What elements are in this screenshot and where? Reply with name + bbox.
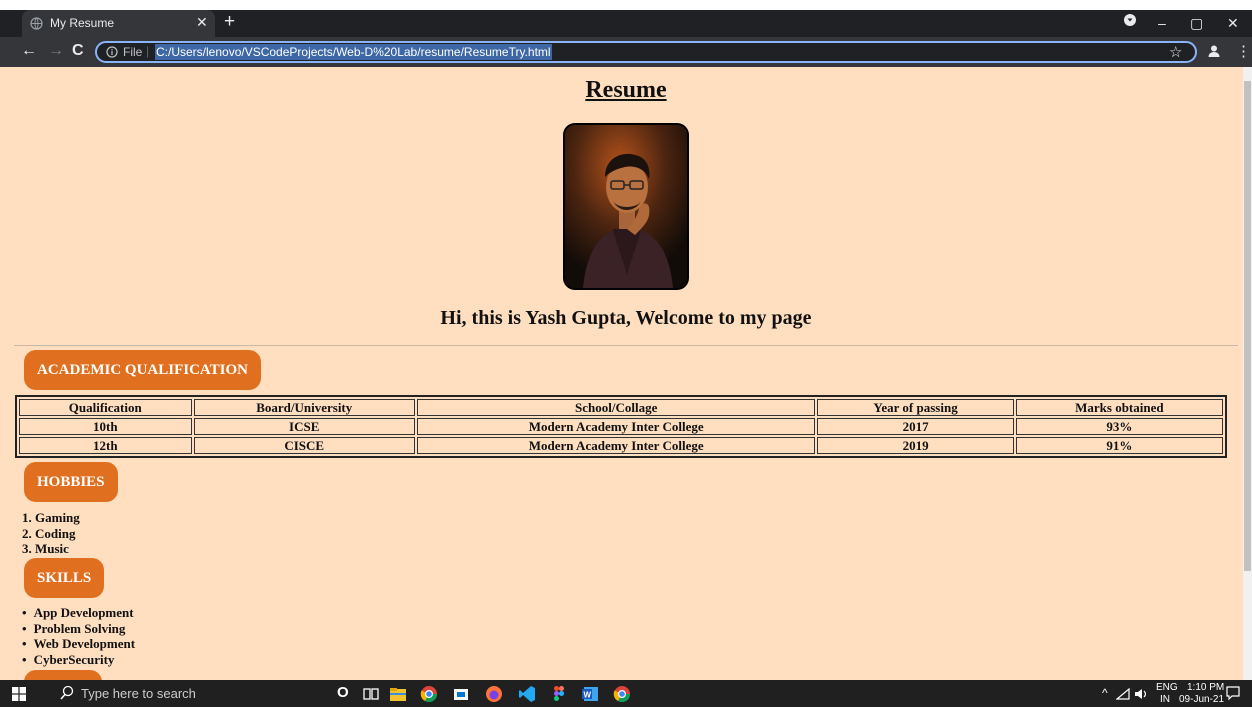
back-icon[interactable]: ←: [21, 42, 37, 60]
page-title: Resume: [585, 77, 667, 103]
column-header: School/Collage: [416, 399, 816, 416]
vertical-scrollbar[interactable]: [1243, 67, 1252, 680]
globe-icon: [30, 17, 43, 30]
cortana-icon[interactable]: O: [337, 684, 355, 702]
table-cell: 12th: [19, 437, 192, 454]
chrome-active-icon[interactable]: [613, 685, 631, 703]
list-item: CyberSecurity: [22, 652, 135, 668]
qualification-table: Qualification Board/University School/Co…: [15, 395, 1227, 458]
forward-icon[interactable]: →: [48, 42, 64, 60]
file-explorer-icon[interactable]: [389, 685, 407, 703]
chrome-icon[interactable]: [420, 685, 438, 703]
table-cell: Modern Academy Inter College: [416, 418, 816, 435]
task-view-icon[interactable]: [362, 685, 380, 703]
store-icon[interactable]: [452, 685, 470, 703]
taskbar: Type here to search O W ^ ENG IN 1:10 PM…: [0, 680, 1252, 707]
portrait-image: [565, 125, 687, 288]
tab-strip: My Resume ✕ + – ▢ ✕: [0, 10, 1252, 37]
url-text[interactable]: C:/Users/lenovo/VSCodeProjects/Web-D%20L…: [155, 44, 552, 60]
minimize-icon[interactable]: –: [1158, 15, 1166, 31]
page-viewport: Resume Hi, this is Yash Gupta, Welcome t…: [0, 67, 1243, 680]
file-scheme-label: File: [123, 45, 143, 59]
table-cell: 2019: [817, 437, 1014, 454]
next-section-heading[interactable]: [24, 670, 102, 680]
table-header-row: Qualification Board/University School/Co…: [19, 399, 1223, 416]
list-item: 1. Gaming: [22, 510, 80, 525]
column-header: Year of passing: [817, 399, 1014, 416]
bookmark-star-icon[interactable]: ☆: [1169, 43, 1182, 61]
table-cell: 91%: [1015, 437, 1223, 454]
close-tab-icon[interactable]: ✕: [196, 14, 208, 31]
profile-photo: [563, 123, 689, 290]
network-icon[interactable]: [1116, 687, 1130, 701]
figma-icon[interactable]: [550, 685, 568, 703]
windows-start-icon[interactable]: [12, 687, 26, 701]
table-cell: ICSE: [193, 418, 415, 435]
info-icon[interactable]: [106, 46, 118, 58]
firefox-icon[interactable]: [485, 685, 503, 703]
close-window-icon[interactable]: ✕: [1227, 15, 1239, 32]
list-item: Problem Solving: [22, 621, 135, 637]
hobbies-heading[interactable]: HOBBIES: [24, 462, 118, 502]
divider: [14, 345, 1238, 346]
account-icon[interactable]: [1207, 44, 1221, 58]
notifications-icon[interactable]: [1226, 686, 1240, 700]
svg-text:W: W: [584, 691, 592, 700]
table-row: 12th CISCE Modern Academy Inter College …: [19, 437, 1223, 454]
show-hidden-icons-icon[interactable]: ^: [1102, 686, 1108, 700]
table-cell: Modern Academy Inter College: [416, 437, 816, 454]
column-header: Qualification: [19, 399, 192, 416]
tab-my-resume[interactable]: My Resume ✕: [22, 10, 215, 37]
table-cell: 93%: [1015, 418, 1223, 435]
maximize-icon[interactable]: ▢: [1190, 15, 1203, 32]
volume-icon[interactable]: [1134, 688, 1148, 700]
reload-icon[interactable]: C: [72, 42, 84, 60]
list-item: Web Development: [22, 636, 135, 652]
list-item: App Development: [22, 605, 135, 621]
word-icon[interactable]: W: [581, 685, 599, 703]
taskbar-search[interactable]: Type here to search: [44, 680, 319, 707]
address-bar[interactable]: File | C:/Users/lenovo/VSCodeProjects/We…: [95, 41, 1197, 63]
language-indicator[interactable]: ENG: [1156, 682, 1178, 693]
clock-date[interactable]: 09-Jun-21: [1179, 694, 1224, 705]
region-indicator: IN: [1160, 694, 1170, 705]
new-tab-icon[interactable]: +: [224, 11, 235, 33]
skills-heading[interactable]: SKILLS: [24, 558, 105, 598]
column-header: Board/University: [193, 399, 415, 416]
url-separator: |: [146, 44, 150, 58]
browser-toolbar: ← → C File | C:/Users/lenovo/VSCodeProje…: [0, 37, 1252, 67]
table-row: 10th ICSE Modern Academy Inter College 2…: [19, 418, 1223, 435]
search-icon: [60, 685, 74, 700]
table-cell: 2017: [817, 418, 1014, 435]
scrollbar-thumb[interactable]: [1244, 81, 1251, 571]
table-cell: 10th: [19, 418, 192, 435]
tab-title: My Resume: [50, 16, 115, 30]
hobbies-list: 1. Gaming 2. Coding 3. Music: [22, 510, 80, 557]
academic-qualification-heading[interactable]: ACADEMIC QUALIFICATION: [24, 350, 261, 390]
list-item: 2. Coding: [22, 525, 76, 541]
welcome-message: Hi, this is Yash Gupta, Welcome to my pa…: [440, 307, 812, 329]
skills-list: App Development Problem Solving Web Deve…: [22, 605, 135, 667]
vscode-icon[interactable]: [518, 685, 536, 703]
more-menu-icon[interactable]: ⋮: [1236, 42, 1251, 60]
list-item: 3. Music: [22, 541, 69, 556]
column-header: Marks obtained: [1015, 399, 1223, 416]
profile-menu-icon[interactable]: [1123, 13, 1137, 30]
clock-time[interactable]: 1:10 PM: [1187, 682, 1224, 693]
search-placeholder: Type here to search: [81, 686, 196, 701]
table-cell: CISCE: [193, 437, 415, 454]
